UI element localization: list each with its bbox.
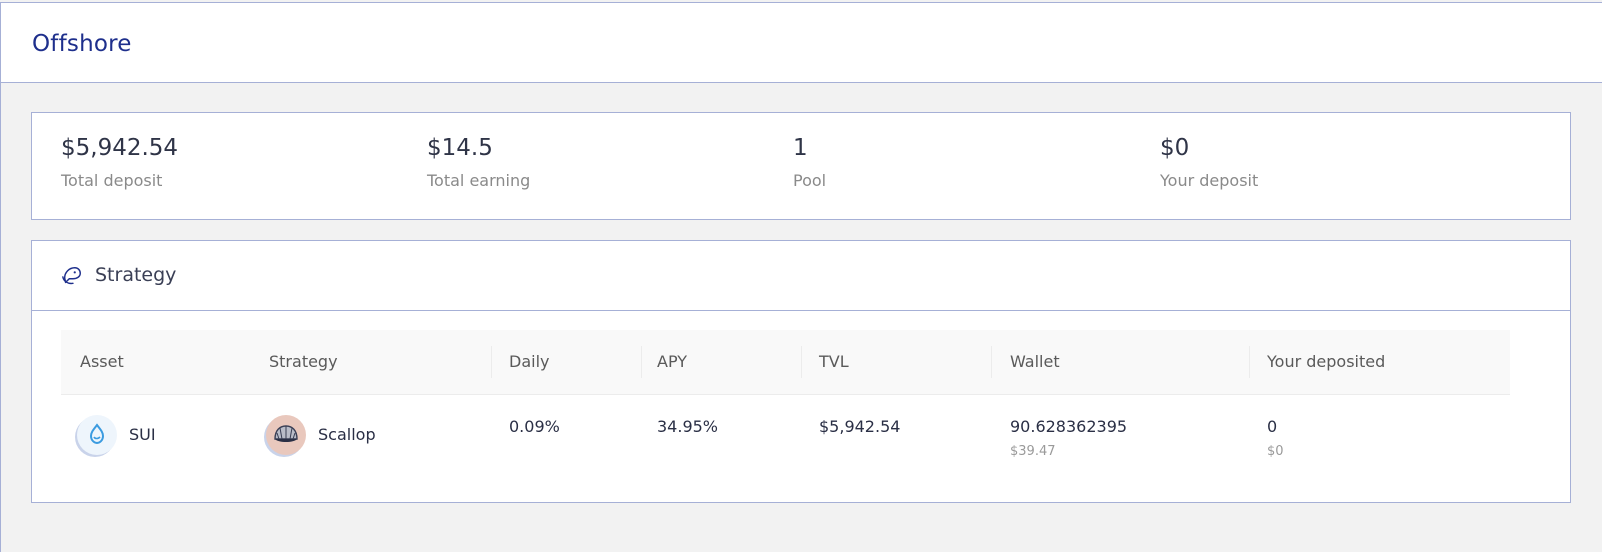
stat-total-deposit: $5,942.54 Total deposit [61, 135, 178, 190]
deposited-cell: 0 $0 [1267, 417, 1284, 459]
strategy-title: Strategy [95, 264, 177, 286]
stat-label: Total earning [427, 171, 531, 190]
strategy-header: Strategy [32, 241, 1570, 311]
stat-value: $14.5 [427, 135, 493, 161]
strategy-name: Scallop [318, 425, 376, 444]
col-strategy: Strategy [269, 352, 338, 371]
col-wallet: Wallet [1010, 352, 1060, 371]
table-header: Asset Strategy Daily APY TVL Wallet Your… [61, 330, 1510, 395]
daily-value: 0.09% [509, 417, 560, 436]
apy-value: 34.95% [657, 417, 719, 436]
wallet-usd: $39.47 [1010, 444, 1056, 459]
stat-value: $5,942.54 [61, 135, 179, 161]
col-separator [991, 346, 992, 378]
wallet-amount: 90.628362395 [1010, 417, 1128, 436]
scallop-icon [266, 415, 306, 455]
table-row[interactable]: SUI Scallop 0.09% 34.95% $5,942.54 90.62… [61, 395, 1510, 475]
deposited-amount: 0 [1267, 417, 1278, 436]
stat-value: $0 [1160, 135, 1190, 161]
stat-label: Pool [793, 171, 827, 190]
stat-your-deposit: $0 Your deposit [1160, 135, 1258, 190]
page-title: Offshore [32, 31, 132, 57]
top-bar: Offshore [0, 2, 1602, 83]
strategy-panel: Strategy Asset Strategy Daily APY TVL Wa… [31, 240, 1571, 503]
col-separator [801, 346, 802, 378]
stat-label: Your deposit [1160, 171, 1259, 190]
col-daily: Daily [509, 352, 550, 371]
stat-label: Total deposit [61, 171, 163, 190]
stat-value: 1 [793, 135, 808, 161]
wallet-cell: 90.628362395 $39.47 [1010, 417, 1127, 459]
deposited-usd: $0 [1267, 444, 1284, 459]
strategy-table: Asset Strategy Daily APY TVL Wallet Your… [61, 330, 1510, 475]
strategy-icon [62, 267, 81, 285]
col-tvl: TVL [819, 352, 849, 371]
asset-name: SUI [129, 425, 156, 444]
tvl-value: $5,942.54 [819, 417, 901, 436]
sui-icon [77, 415, 117, 455]
stat-total-earning: $14.5 Total earning [427, 135, 530, 190]
col-separator [491, 346, 492, 378]
stat-pool: 1 Pool [793, 135, 826, 190]
col-apy: APY [657, 352, 688, 371]
col-asset: Asset [80, 352, 124, 371]
stats-panel: $5,942.54 Total deposit $14.5 Total earn… [31, 112, 1571, 220]
col-your-deposited: Your deposited [1267, 352, 1386, 371]
col-separator [1249, 346, 1250, 378]
col-separator [641, 346, 642, 378]
left-border [0, 83, 1, 552]
